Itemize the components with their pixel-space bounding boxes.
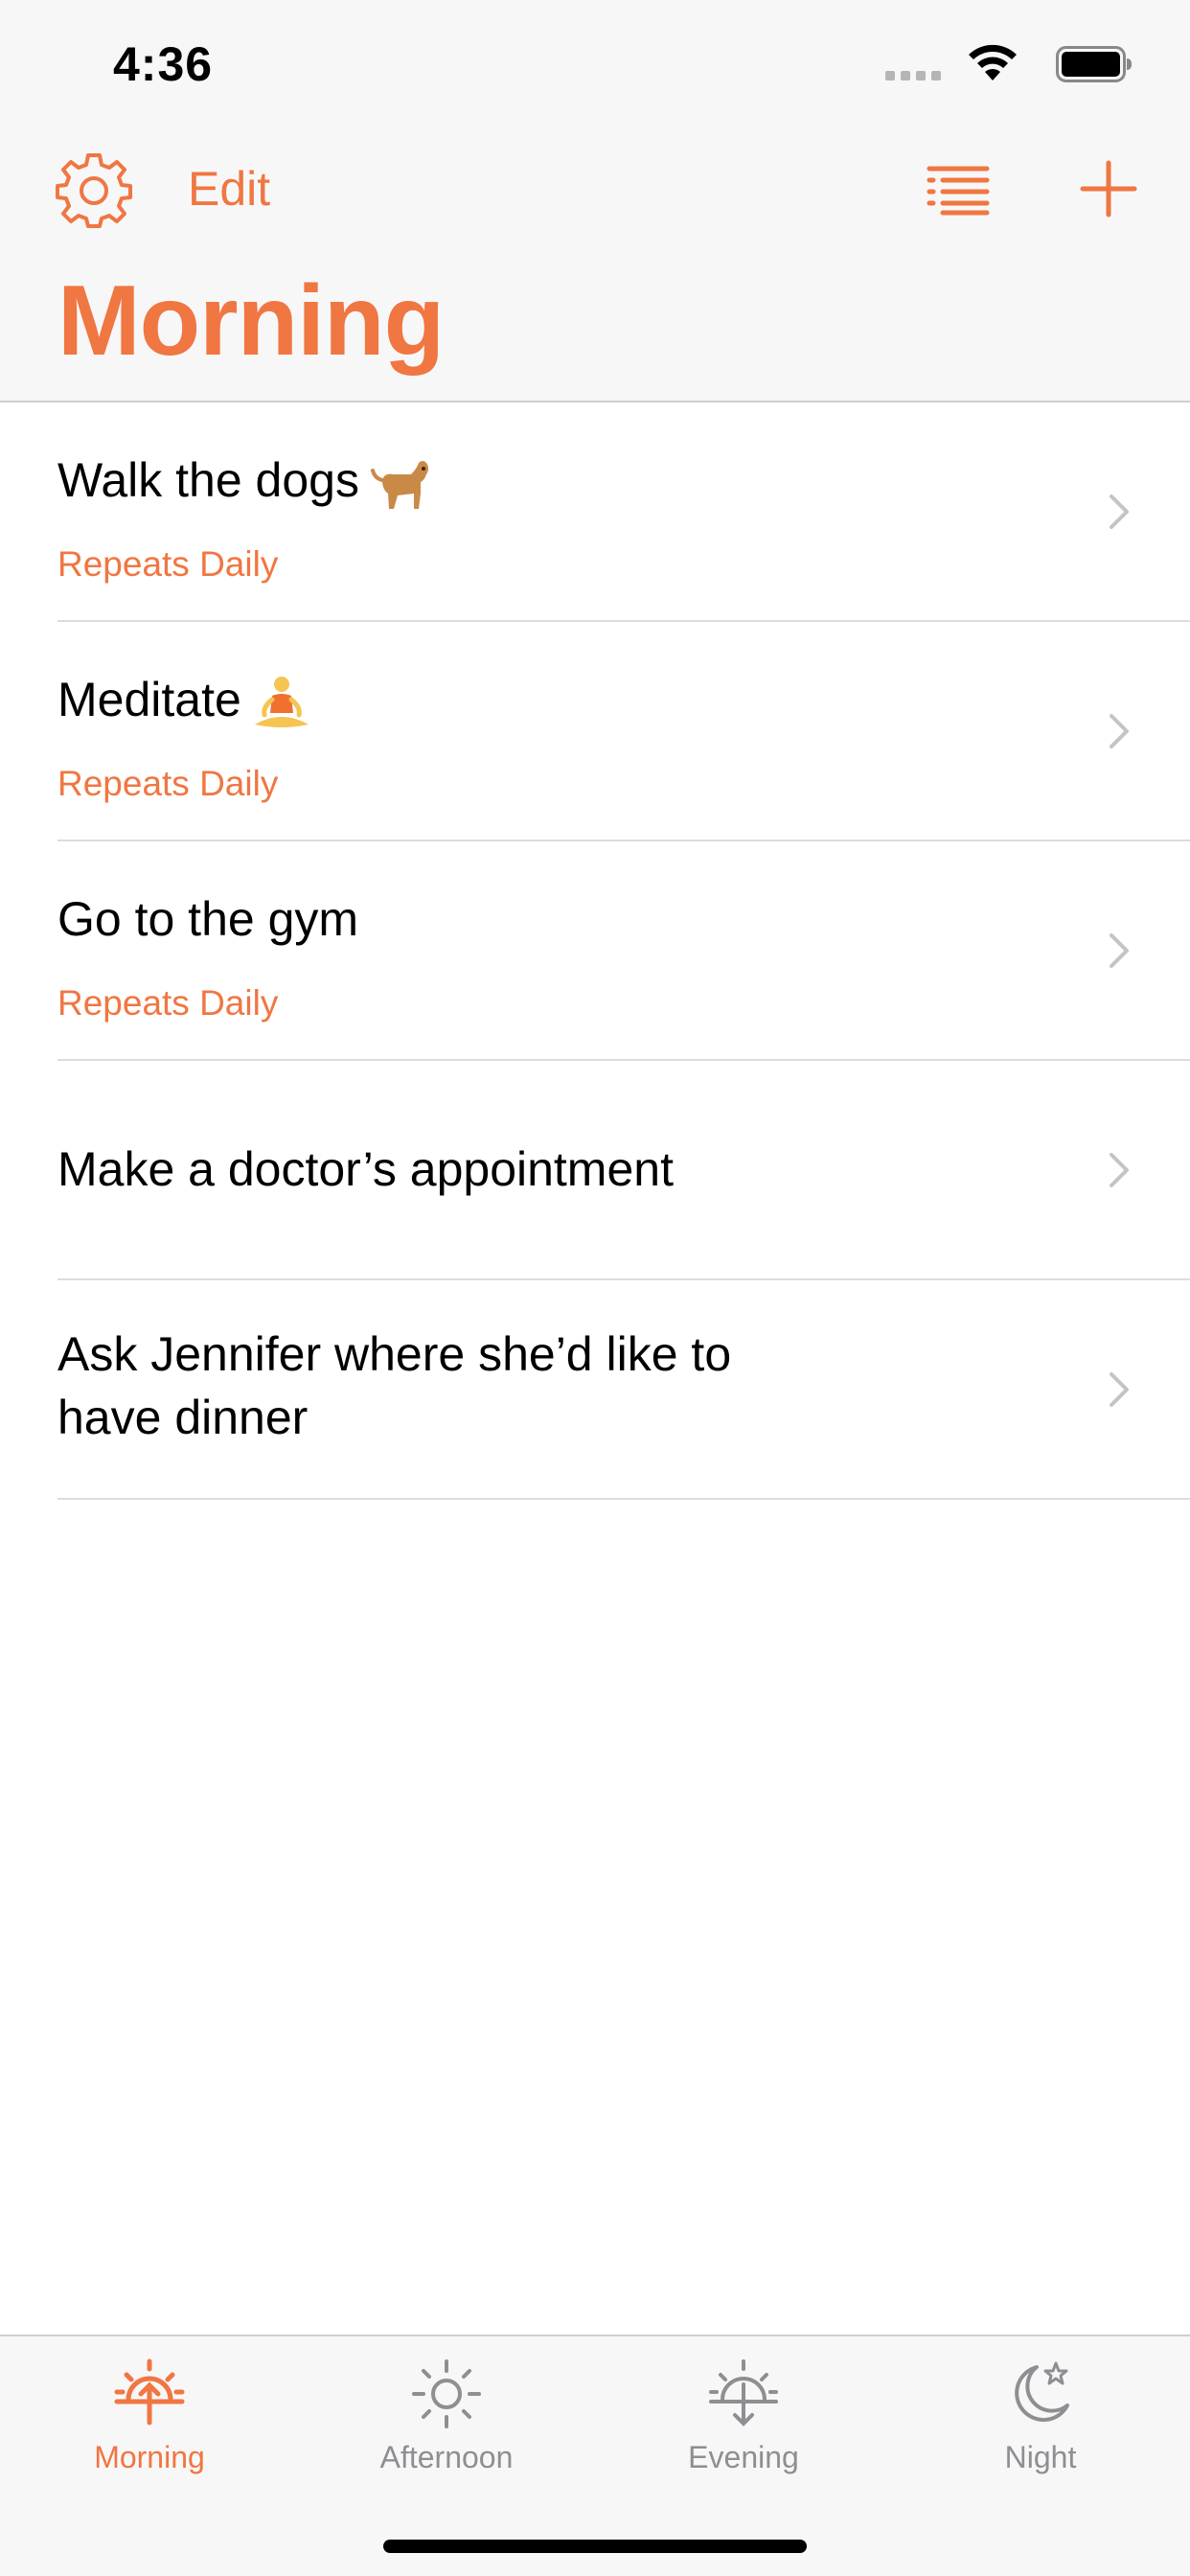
- moon-stars-icon: [1015, 2361, 1069, 2423]
- tab-night[interactable]: Night: [926, 2358, 1156, 2475]
- list-item[interactable]: Make a doctor’s appointment: [0, 1061, 1190, 1280]
- list-item[interactable]: Walk the dogs Repeats Daily: [0, 402, 1190, 622]
- sunset-icon: [709, 2359, 778, 2426]
- tab-label: Morning: [94, 2440, 205, 2474]
- item-title: Walk the dogs: [57, 448, 862, 513]
- tab-morning[interactable]: Morning: [34, 2358, 264, 2475]
- item-repeat-label: Repeats Daily: [57, 983, 279, 1023]
- list-icon[interactable]: [926, 163, 991, 217]
- list-item[interactable]: Ask Jennifer where she’d like to have di…: [0, 1280, 1190, 1500]
- page-title: Morning: [57, 265, 445, 377]
- battery-icon: [1056, 46, 1132, 82]
- chevron-right-icon: [1110, 494, 1129, 529]
- reminder-list: Walk the dogs Repeats Daily Meditate Rep…: [0, 402, 1190, 1500]
- tab-label: Evening: [688, 2440, 799, 2474]
- settings-gear-icon[interactable]: [56, 151, 132, 228]
- tab-label: Afternoon: [379, 2440, 514, 2474]
- tab-label: Night: [1004, 2440, 1077, 2474]
- app-screen: 4:36 Edit Morning Walk the dogs Repeats …: [0, 0, 1190, 2576]
- chevron-right-icon: [1110, 933, 1129, 968]
- chevron-right-icon: [1110, 714, 1129, 748]
- item-repeat-label: Repeats Daily: [57, 544, 279, 584]
- status-indicators: [826, 42, 1133, 90]
- meditation-emoji-icon: [254, 676, 309, 727]
- home-indicator[interactable]: [383, 2540, 807, 2553]
- list-item[interactable]: Meditate Repeats Daily: [0, 622, 1190, 841]
- item-title: Ask Jennifer where she’d like to have di…: [57, 1327, 732, 1444]
- item-repeat-label: Repeats Daily: [57, 764, 279, 803]
- chevron-right-icon: [1110, 1372, 1129, 1407]
- chevron-right-icon: [1110, 1153, 1129, 1187]
- wifi-icon: [969, 44, 1017, 80]
- item-title: Make a doctor’s appointment: [57, 1142, 674, 1196]
- navigation-header: 4:36 Edit Morning: [0, 0, 1190, 402]
- status-time: 4:36: [113, 37, 214, 91]
- tab-afternoon[interactable]: Afternoon: [332, 2358, 561, 2475]
- cellular-signal-icon: [885, 71, 941, 82]
- add-icon[interactable]: [1079, 159, 1138, 218]
- row-divider: [57, 1498, 1190, 1500]
- sunrise-icon: [114, 2358, 185, 2426]
- edit-button[interactable]: Edit: [188, 161, 270, 217]
- list-item[interactable]: Go to the gym Repeats Daily: [0, 841, 1190, 1061]
- tab-evening[interactable]: Evening: [629, 2358, 858, 2475]
- item-title: Meditate: [57, 668, 862, 732]
- item-title: Go to the gym: [57, 892, 359, 946]
- sun-icon: [412, 2359, 481, 2428]
- dog-emoji-icon: [370, 460, 428, 509]
